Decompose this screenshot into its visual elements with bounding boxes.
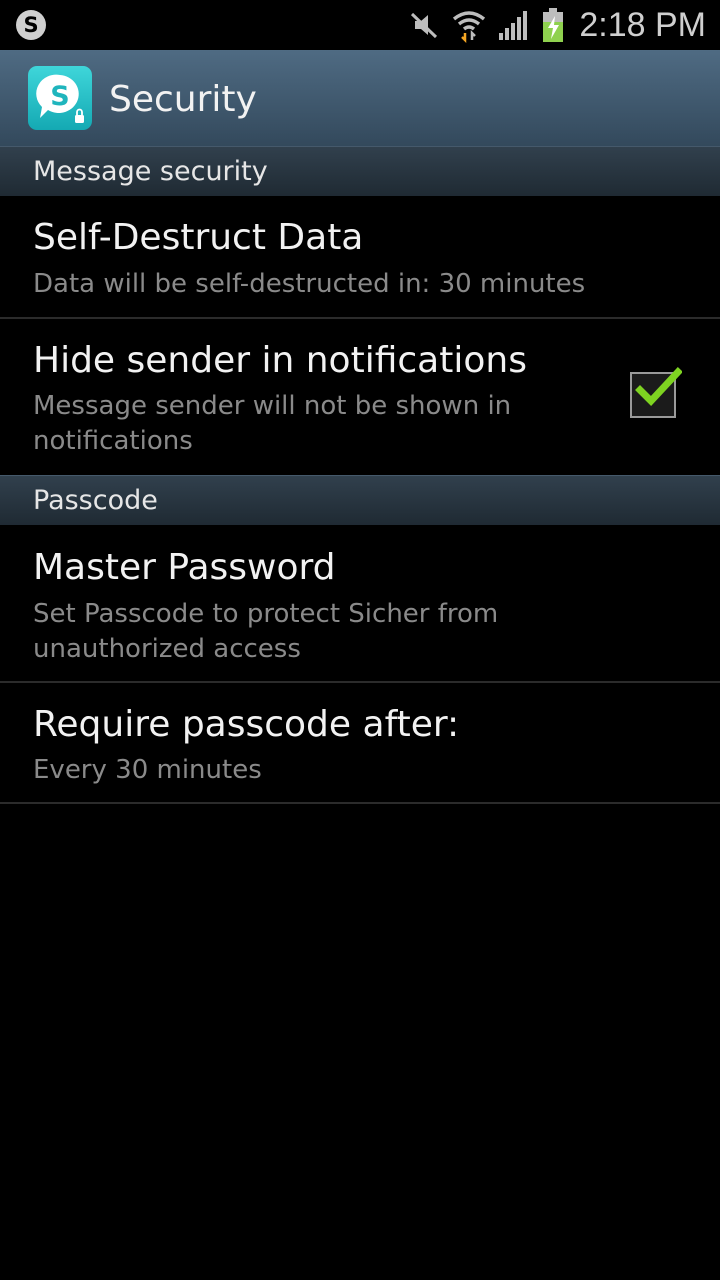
screen: S 2:18 PM S Security Message security Se… [0, 0, 720, 1280]
action-bar: S Security [0, 50, 720, 147]
section-header-passcode: Passcode [0, 475, 720, 525]
divider [0, 802, 720, 804]
pref-summary: Every 30 minutes [33, 755, 262, 785]
pref-title: Self-Destruct Data [33, 217, 364, 258]
checkmark-icon [635, 367, 682, 407]
status-icons: 2:18 PM [407, 0, 720, 50]
svg-text:S: S [50, 81, 69, 112]
battery-charging-icon [543, 8, 564, 42]
pref-self-destruct-data[interactable]: Self-Destruct Data Data will be self-des… [0, 196, 720, 319]
skype-icon: S [16, 10, 46, 40]
app-logo-s-icon[interactable]: S [28, 66, 92, 130]
pref-require-passcode-after[interactable]: Require passcode after: Every 30 minutes [0, 683, 720, 804]
wifi-icon [453, 11, 486, 43]
pref-title: Hide sender in notifications [33, 340, 527, 381]
hide-sender-checkbox[interactable] [630, 367, 682, 418]
pref-hide-sender-in-notifications[interactable]: Hide sender in notifications Message sen… [0, 319, 720, 476]
pref-title: Require passcode after: [33, 704, 460, 745]
pref-master-password[interactable]: Master Password Set Passcode to protect … [0, 525, 720, 683]
status-bar: S 2:18 PM [0, 0, 720, 50]
svg-text:S: S [23, 13, 38, 37]
pref-summary: Data will be self-destructed in: 30 minu… [33, 269, 586, 299]
section-header-label: Passcode [33, 485, 158, 516]
page-title: Security [109, 79, 257, 120]
section-header-message-security: Message security [0, 146, 720, 196]
signal-icon [499, 11, 528, 40]
pref-title: Master Password [33, 547, 336, 588]
pref-summary: Set Passcode to protect Sicher from unau… [33, 599, 499, 664]
pref-summary: Message sender will not be shown in noti… [33, 391, 512, 456]
status-time: 2:18 PM [579, 5, 706, 44]
section-header-label: Message security [33, 156, 268, 187]
mute-icon [411, 12, 438, 39]
